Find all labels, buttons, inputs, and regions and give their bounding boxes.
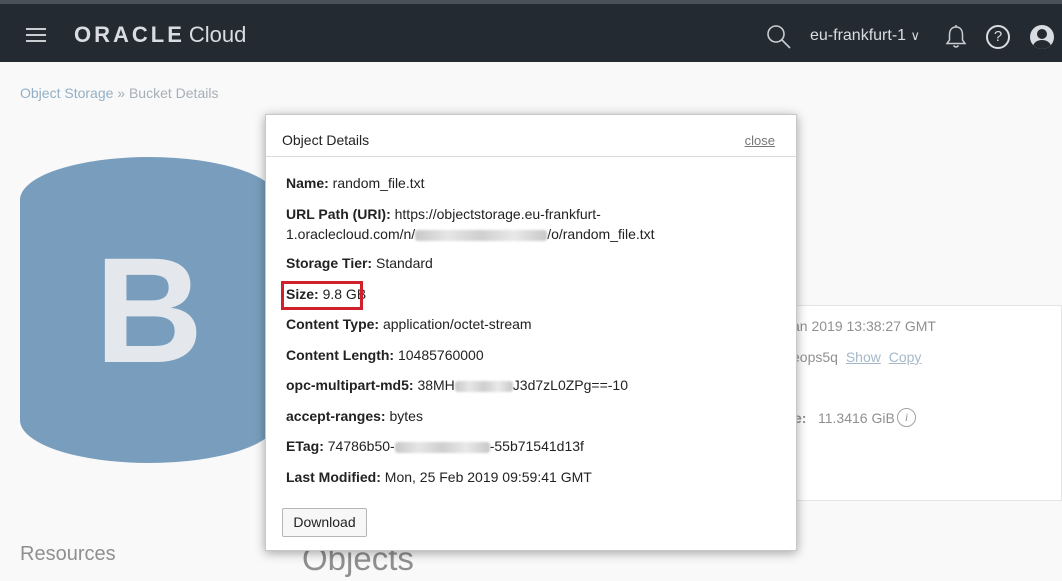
- dialog-title: Object Details: [282, 132, 370, 148]
- field-opc-multipart-md5: opc-multipart-md5: 38MH J3d7zL0ZPg==-10: [286, 375, 628, 395]
- field-name-label: Name:: [286, 175, 329, 191]
- field-etag-label: ETag:: [286, 438, 324, 454]
- field-storage-tier-value: Standard: [372, 255, 433, 271]
- field-url-path-value-line2-prefix: 1.oraclecloud.com/n/: [286, 226, 416, 242]
- field-name-value: random_file.txt: [328, 175, 425, 191]
- help-icon[interactable]: ?: [986, 25, 1010, 49]
- field-content-type-value: application/octet-stream: [379, 316, 532, 332]
- field-url-path-value-line2-suffix: /o/random_file.txt: [547, 226, 655, 242]
- field-etag-value-suffix: -55b71541d13f: [489, 438, 584, 454]
- field-storage-tier: Storage Tier: Standard: [286, 253, 433, 273]
- field-content-length: Content Length: 10485760000: [286, 345, 484, 365]
- redacted-etag: [394, 441, 490, 453]
- search-icon[interactable]: [766, 24, 792, 50]
- redacted-namespace: [415, 229, 548, 241]
- field-url-path-label: URL Path (URI):: [286, 206, 391, 222]
- field-etag-value-prefix: 74786b50-: [323, 438, 395, 454]
- brand-oracle-text: ORACLE: [74, 22, 185, 47]
- field-etag: ETag: 74786b50- -55b71541d13f: [286, 436, 584, 456]
- field-last-modified-label: Last Modified:: [286, 469, 381, 485]
- field-content-type-label: Content Type:: [286, 316, 380, 332]
- field-content-length-label: Content Length:: [286, 347, 395, 363]
- dialog-header: Object Details close: [266, 115, 796, 157]
- close-link[interactable]: close: [745, 133, 775, 148]
- brand-cloud-text: Cloud: [188, 22, 247, 47]
- field-accept-ranges-value: bytes: [385, 408, 423, 424]
- field-accept-ranges: accept-ranges: bytes: [286, 406, 423, 426]
- download-button[interactable]: Download: [282, 508, 367, 537]
- field-content-length-value: 10485760000: [394, 347, 484, 363]
- chevron-down-icon: ∨: [910, 28, 920, 43]
- field-content-type: Content Type: application/octet-stream: [286, 314, 532, 334]
- field-url-path-value: https://objectstorage.eu-frankfurt-: [390, 206, 601, 222]
- hamburger-menu-icon[interactable]: [26, 28, 46, 42]
- field-opc-multipart-md5-value-suffix: J3d7zL0ZPg==-10: [512, 377, 628, 393]
- field-storage-tier-label: Storage Tier:: [286, 255, 373, 271]
- oracle-cloud-logo[interactable]: ORACLE Cloud: [74, 22, 246, 48]
- field-last-modified-value: Mon, 25 Feb 2019 09:59:41 GMT: [380, 469, 592, 485]
- field-url-path: URL Path (URI): https://objectstorage.eu…: [286, 204, 786, 244]
- region-selector[interactable]: eu-frankfurt-1 ∨: [810, 27, 920, 45]
- region-name: eu-frankfurt-1: [810, 27, 911, 44]
- field-last-modified: Last Modified: Mon, 25 Feb 2019 09:59:41…: [286, 467, 592, 487]
- top-nav-bar: ORACLE Cloud eu-frankfurt-1 ∨ ?: [0, 0, 1062, 62]
- size-highlight-box: [281, 281, 363, 310]
- object-details-dialog: Object Details close Name: random_file.t…: [265, 114, 797, 551]
- user-avatar-icon[interactable]: [1030, 25, 1054, 49]
- field-opc-multipart-md5-label: opc-multipart-md5:: [286, 377, 414, 393]
- field-name: Name: random_file.txt: [286, 173, 425, 193]
- field-accept-ranges-label: accept-ranges:: [286, 408, 386, 424]
- field-opc-multipart-md5-value-prefix: 38MH: [413, 377, 455, 393]
- bell-icon[interactable]: [944, 24, 968, 50]
- redacted-md5: [454, 380, 513, 392]
